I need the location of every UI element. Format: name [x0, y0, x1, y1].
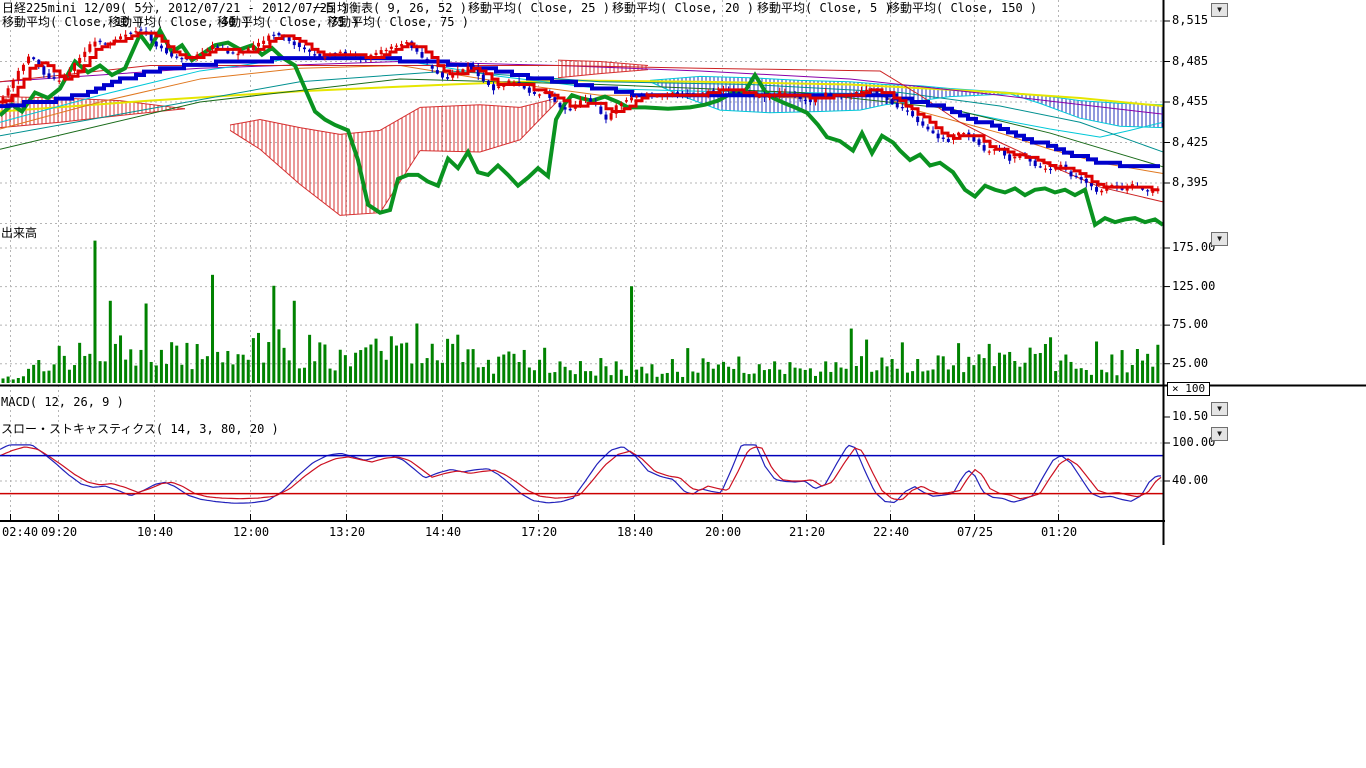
lagging-span-line	[0, 30, 1163, 224]
legend-ma25: 移動平均( Close, 25 )	[468, 2, 610, 15]
stoch-d-line	[0, 447, 1161, 500]
legend-ichimoku: 一目均衡表( 9, 26, 52 )	[313, 2, 467, 15]
stochastics-pane-label: スロー・ストキャスティクス( 14, 3, 80, 20 )	[1, 423, 279, 436]
stoch-pane-collapse-button[interactable]	[1211, 427, 1228, 441]
macd-pane-collapse-button[interactable]	[1211, 402, 1228, 416]
macd-pane-label: MACD( 12, 26, 9 )	[1, 396, 124, 409]
price-pane-collapse-button[interactable]	[1211, 3, 1228, 17]
moving-average-lines	[0, 57, 1163, 201]
gridlines	[0, 0, 1163, 520]
stochastics-lines	[0, 445, 1163, 503]
chart-title: 日経225mini 12/09( 5分, 2012/07/21 - 2012/0…	[2, 2, 349, 15]
volume-bars	[2, 241, 1160, 383]
ma5-line	[0, 33, 1158, 190]
volume-pane-label: 出来高	[1, 227, 37, 240]
chart-application-window: 8,5158,4858,4558,4258,395175.00125.0075.…	[0, 0, 1366, 768]
legend-ma150: 移動平均( Close, 150 )	[888, 2, 1037, 15]
legend-ma5: 移動平均( Close, 5 )	[757, 2, 892, 15]
legend-ma75b: 移動平均( Close, 75 )	[327, 16, 469, 29]
volume-pane-collapse-button[interactable]	[1211, 232, 1228, 246]
chart-canvas	[0, 0, 1366, 768]
volume-multiplier-badge: × 100	[1167, 382, 1210, 396]
legend-ma20: 移動平均( Close, 20 )	[612, 2, 754, 15]
